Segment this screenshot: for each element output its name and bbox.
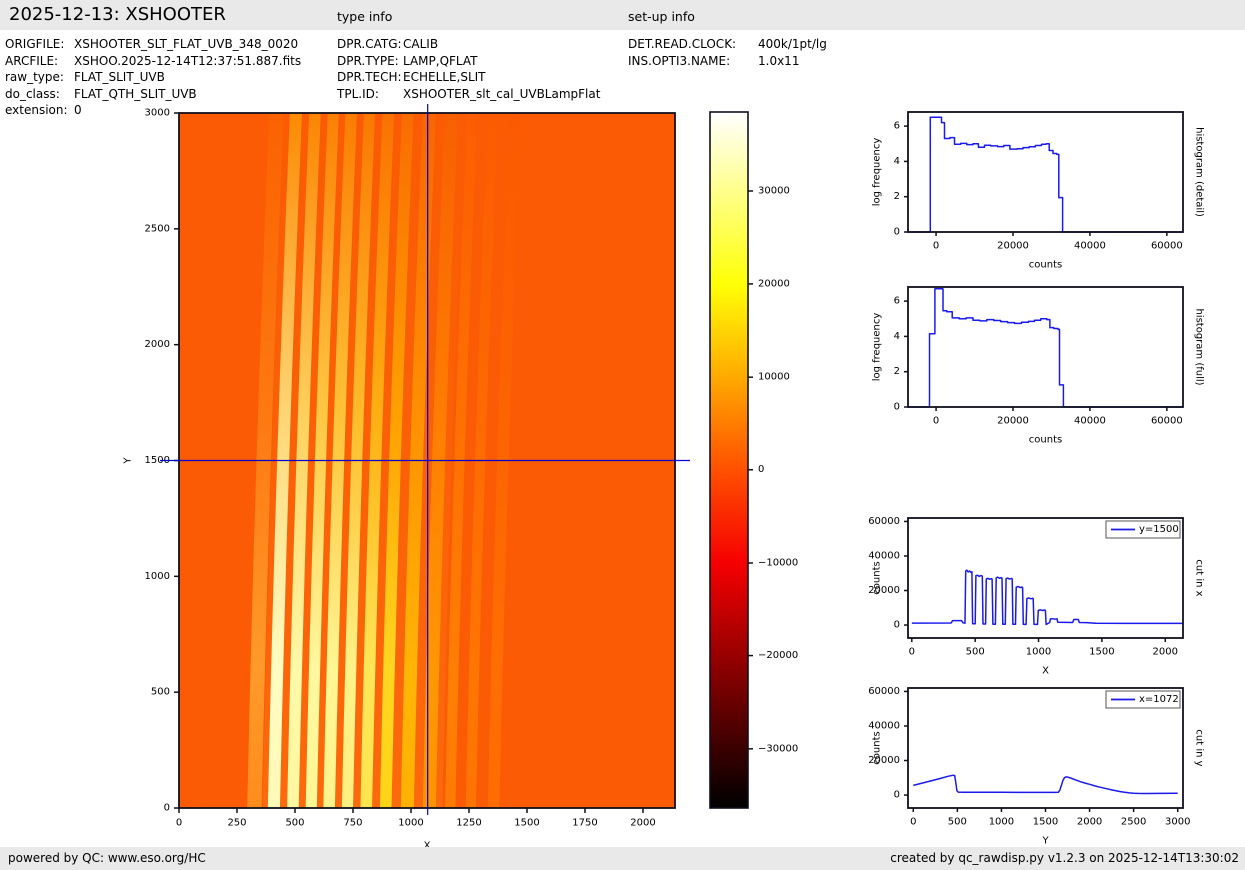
x-tick-label: 60000: [1151, 241, 1183, 252]
y-tick-label: 1000: [145, 571, 170, 582]
y-tick-label: 60000: [868, 686, 900, 697]
y-axis-label: counts: [872, 561, 883, 594]
right-axis-label: cut in x: [1194, 559, 1205, 596]
y-tick-label: 2500: [145, 223, 170, 234]
right-axis-label: cut in y: [1194, 729, 1205, 766]
chart-hist-full: 0 20000 40000 60000 0 2 4 6 counts log frequency h…: [872, 286, 1205, 446]
right-axis-label: histogram (detail): [1194, 127, 1205, 217]
x-tick-label: 500: [948, 817, 967, 828]
x-tick-label: 2000: [1153, 647, 1178, 658]
x-tick-label: 500: [966, 647, 985, 658]
y-tick-label: 6: [894, 296, 900, 307]
footer-powered-by: powered by QC: www.eso.org/HC: [8, 851, 206, 865]
x-tick-label: 500: [285, 818, 304, 829]
x-tick-label: 1500: [1089, 647, 1114, 658]
x-tick-label: 1000: [989, 817, 1014, 828]
data-curve: [908, 116, 1183, 233]
y-tick-label: 0: [894, 620, 900, 631]
x-tick-label: 40000: [1074, 416, 1106, 427]
plot-frame: [907, 286, 1184, 408]
x-tick-label: 1000: [398, 818, 423, 829]
y-tick-label: 500: [151, 687, 170, 698]
x-axis-label: X: [1042, 666, 1049, 677]
footer-created-by: created by qc_rawdisp.py v1.2.3 on 2025-…: [890, 851, 1239, 865]
y-axis-label: Y: [123, 457, 134, 465]
x-tick-label: 20000: [997, 241, 1029, 252]
y-tick-label: 2: [894, 366, 900, 377]
x-tick-label: 20000: [997, 416, 1029, 427]
y-tick-label: 0: [894, 402, 900, 413]
chart-cut-x: 0 500 1000 1500 20000200004000060000Xcounts c…: [868, 516, 1204, 677]
x-tick-label: 0: [910, 817, 916, 828]
x-tick-label: 0: [176, 818, 182, 829]
x-tick-label: 1500: [1033, 817, 1058, 828]
data-curve: [908, 288, 1183, 408]
x-tick-label: 1000: [1026, 647, 1051, 658]
y-axis-label: counts: [872, 731, 883, 764]
chart-image: 0 250 500 750 1000 1250 1500 1750 20000500100015…: [123, 104, 690, 852]
legend-label: y=1500: [1139, 524, 1179, 535]
colorbar-tick-label: 10000: [758, 372, 790, 383]
y-tick-label: 6: [894, 121, 900, 132]
x-axis-label: Y: [1041, 836, 1049, 847]
x-tick-label: 60000: [1151, 416, 1183, 427]
y-tick-label: 2000: [145, 339, 170, 350]
x-tick-label: 750: [343, 818, 362, 829]
y-axis-label: log frequency: [872, 138, 883, 207]
colorbar-tick-label: 20000: [758, 278, 790, 289]
colorbar-gradient: [710, 112, 748, 808]
x-tick-label: 2500: [1121, 817, 1146, 828]
x-tick-label: 2000: [1077, 817, 1102, 828]
x-tick-label: 0: [933, 416, 939, 427]
x-axis-label: counts: [1029, 260, 1062, 271]
chart-hist-detail: 0 20000 40000 60000 0 2 4 6 counts log frequency h…: [872, 111, 1205, 271]
legend: x=1072: [1105, 690, 1181, 709]
plot-frame: [907, 111, 1184, 233]
y-tick-label: 3000: [145, 108, 170, 119]
y-tick-label: 0: [164, 803, 170, 814]
y-tick-label: 4: [894, 156, 900, 167]
x-tick-label: 2000: [630, 818, 655, 829]
y-tick-label: 40000: [868, 720, 900, 731]
y-axis-label: log frequency: [872, 313, 883, 382]
legend: y=1500: [1105, 520, 1181, 539]
x-tick-label: 40000: [1074, 241, 1106, 252]
colorbar-tick-label: −20000: [758, 650, 798, 661]
colorbar-tick-label: 30000: [758, 185, 790, 196]
x-tick-label: 0: [933, 241, 939, 252]
x-axis-label: counts: [1029, 435, 1062, 446]
data-curve: [911, 569, 1183, 626]
x-tick-label: 1750: [572, 818, 597, 829]
y-tick-label: 0: [894, 227, 900, 238]
data-curve: [913, 774, 1178, 795]
y-tick-label: 0: [894, 790, 900, 801]
colorbar-tick-label: −30000: [758, 743, 798, 754]
chart-cut-y: 0 500 1000 1500 2000 2500 30000200004000060000…: [868, 686, 1204, 847]
y-tick-label: 60000: [868, 516, 900, 527]
colorbar: 30000 20000 10000 0 −10000 −20000 −30000: [709, 111, 798, 809]
y-tick-label: 2: [894, 191, 900, 202]
y-tick-label: 4: [894, 331, 900, 342]
right-axis-label: histogram (full): [1194, 308, 1205, 385]
legend-label: x=1072: [1139, 694, 1179, 705]
colorbar-tick-label: 0: [758, 464, 764, 475]
colorbar-tick-label: −10000: [758, 558, 798, 569]
x-tick-label: 1250: [456, 818, 481, 829]
x-tick-label: 1500: [514, 818, 539, 829]
y-tick-label: 40000: [868, 550, 900, 561]
figure-canvas: 0 250 500 750 1000 1250 1500 1750 20000500100015…: [123, 104, 1205, 852]
x-tick-label: 250: [227, 818, 246, 829]
x-tick-label: 0: [909, 647, 915, 658]
x-tick-label: 3000: [1165, 817, 1190, 828]
